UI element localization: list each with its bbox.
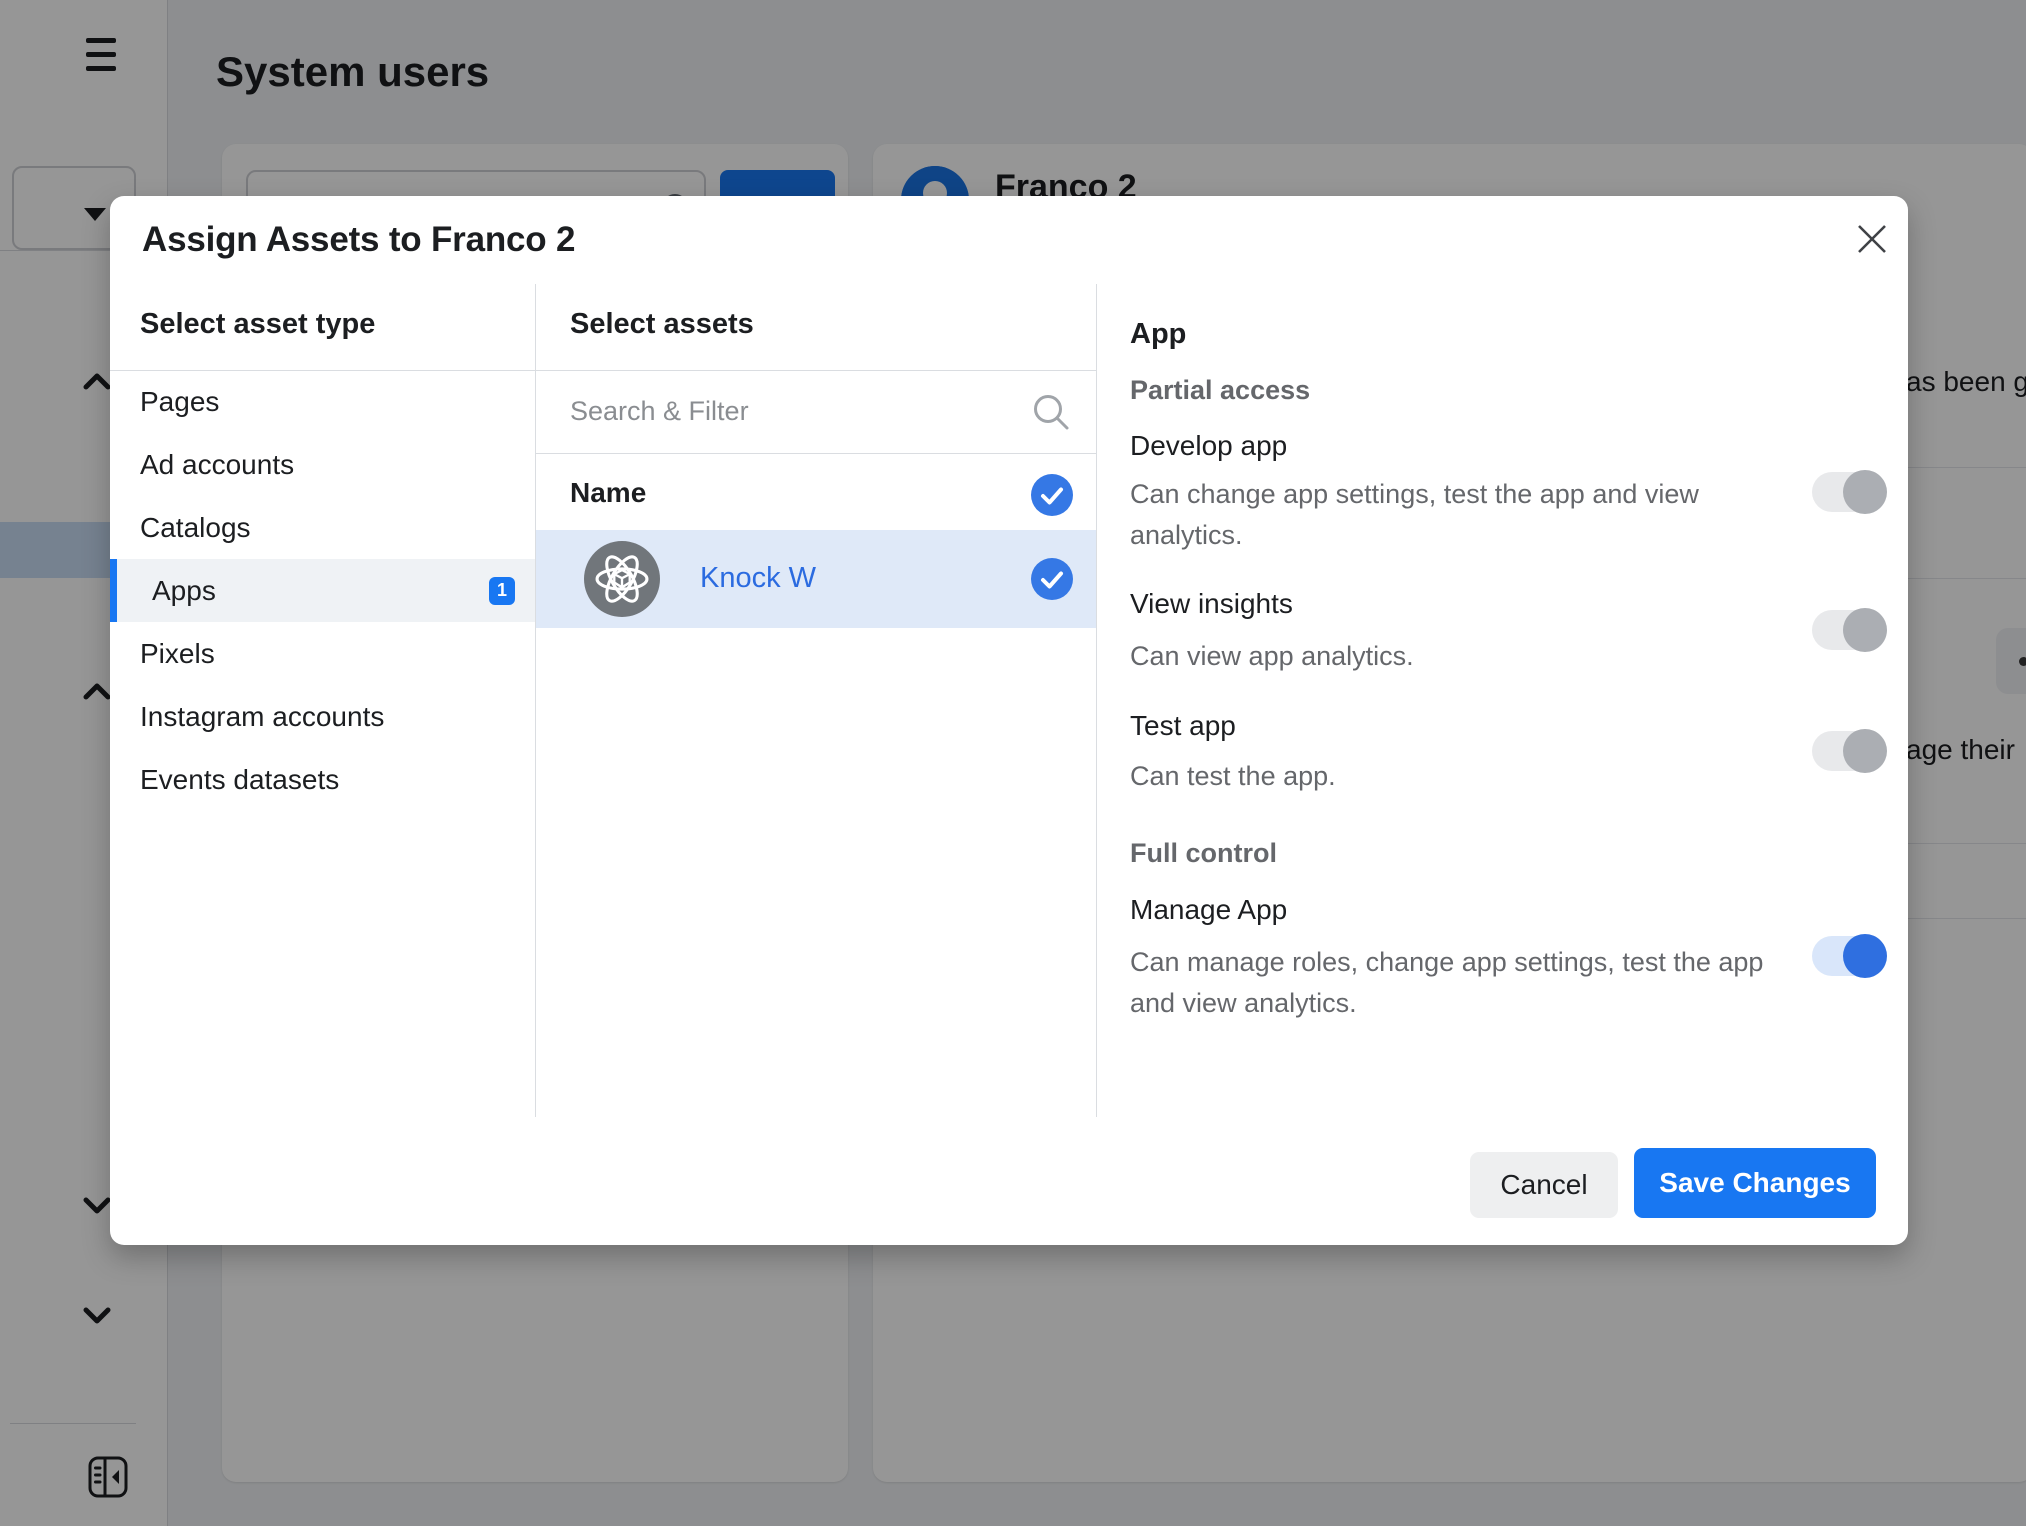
permissions-panel: App Partial access Develop app Can chang…	[1097, 284, 1908, 1117]
asset-row-knock-w[interactable]: Knock W	[536, 530, 1096, 628]
asset-type-pages[interactable]: Pages	[110, 370, 535, 433]
assets-search-input[interactable]	[536, 370, 1096, 453]
column-header: Name	[570, 477, 646, 509]
asset-check-icon[interactable]	[1031, 558, 1073, 605]
toggle-manage-app[interactable]	[1812, 936, 1886, 976]
assets-header-row: Name	[536, 453, 1096, 530]
asset-type-events-datasets[interactable]: Events datasets	[110, 748, 535, 811]
atom-app-icon	[584, 541, 660, 622]
panel-header: Select asset type	[140, 308, 375, 341]
save-changes-button[interactable]: Save Changes	[1634, 1148, 1876, 1218]
panel-header: Select assets	[570, 308, 754, 341]
section-heading: Partial access	[1130, 375, 1310, 406]
asset-name: Knock W	[700, 562, 816, 595]
screen: System users Franco 2 as been gr age the…	[0, 0, 2026, 1526]
asset-type-pixels[interactable]: Pixels	[110, 622, 535, 685]
assets-panel: Select assets Name	[536, 284, 1097, 1117]
toggle-develop-app[interactable]	[1812, 472, 1886, 512]
cancel-button[interactable]: Cancel	[1470, 1152, 1618, 1218]
permission-description: Can change app settings, test the app an…	[1130, 474, 1785, 556]
asset-type-apps[interactable]: Apps 1	[110, 559, 535, 622]
close-icon[interactable]	[1850, 218, 1894, 262]
toggle-test-app[interactable]	[1812, 731, 1886, 771]
asset-type-panel: Select asset type Pages Ad accounts Cata…	[110, 284, 536, 1117]
panel-header: App	[1130, 318, 1186, 351]
permission-label: Manage App	[1130, 894, 1287, 926]
asset-type-ad-accounts[interactable]: Ad accounts	[110, 433, 535, 496]
assign-assets-dialog: Assign Assets to Franco 2 Select asset t…	[110, 196, 1908, 1245]
search-icon	[1030, 391, 1072, 438]
select-all-check-icon[interactable]	[1031, 474, 1073, 521]
permission-description: Can manage roles, change app settings, t…	[1130, 942, 1785, 1024]
permission-label: View insights	[1130, 588, 1293, 620]
section-heading: Full control	[1130, 838, 1277, 869]
permission-label: Test app	[1130, 710, 1236, 742]
permission-description: Can test the app.	[1130, 756, 1785, 797]
count-badge: 1	[489, 577, 515, 605]
permission-label: Develop app	[1130, 430, 1287, 462]
dialog-title: Assign Assets to Franco 2	[142, 220, 575, 260]
selected-accent-bar	[110, 559, 117, 622]
toggle-view-insights[interactable]	[1812, 610, 1886, 650]
permission-description: Can view app analytics.	[1130, 636, 1785, 677]
asset-type-instagram-accounts[interactable]: Instagram accounts	[110, 685, 535, 748]
asset-type-catalogs[interactable]: Catalogs	[110, 496, 535, 559]
